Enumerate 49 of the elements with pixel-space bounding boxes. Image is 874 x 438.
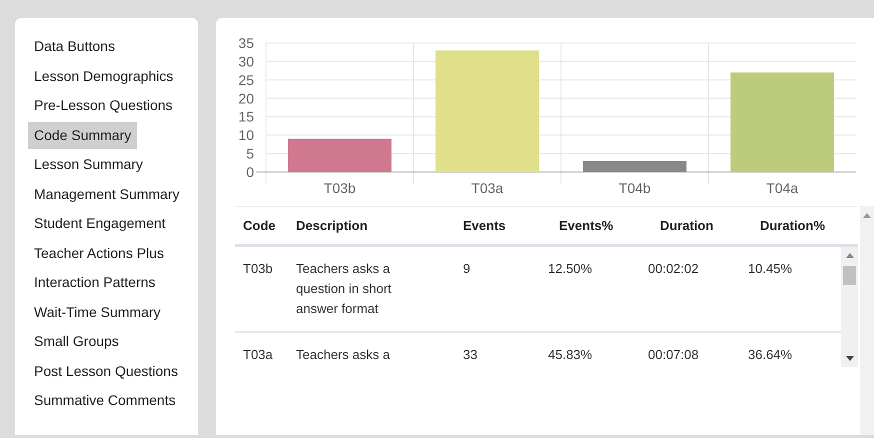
sidebar-item[interactable]: Interaction Patterns	[28, 269, 162, 296]
sidebar-item[interactable]: Data Buttons	[28, 33, 121, 60]
table-cell-text: 33	[462, 346, 478, 364]
axis-tick-label: 5	[246, 146, 254, 162]
table-cell-text: 10.45%	[747, 260, 794, 278]
sidebar-item[interactable]: Student Engagement	[28, 210, 172, 237]
sidebar-item[interactable]: Lesson Summary	[28, 151, 149, 178]
category-label: T03a	[471, 180, 504, 196]
scroll-thumb[interactable]	[843, 266, 856, 285]
sidebar-item[interactable]: Post Lesson Questions	[28, 358, 184, 384]
axis-tick-label: 25	[238, 72, 254, 88]
scroll-up-icon[interactable]	[863, 213, 871, 218]
sidebar-item[interactable]: Pre-Lesson Questions	[28, 92, 179, 119]
column-header: Events%	[558, 218, 614, 233]
axis-tick-label: 20	[238, 90, 254, 106]
category-label: T03b	[324, 180, 356, 196]
axis-tick-label: 30	[238, 53, 254, 70]
category-label: T04b	[618, 180, 651, 196]
table-cell-text: Teachers asks a question in short answer format	[296, 260, 392, 318]
column-header: Duration	[659, 218, 714, 233]
table-cell-text: T03b	[242, 260, 274, 278]
scroll-up-icon[interactable]	[846, 253, 854, 258]
column-header: Description	[295, 218, 369, 233]
axis-tick-label: 0	[246, 164, 254, 180]
sidebar-item[interactable]: Teacher Actions Plus	[28, 240, 170, 266]
sidebar-item[interactable]: Management Summary	[28, 180, 186, 208]
scroll-down-icon[interactable]	[846, 356, 854, 361]
axis-tick-label: 10	[238, 127, 254, 144]
axis-tick-label: 15	[238, 108, 254, 125]
column-header: Duration%	[759, 218, 826, 233]
category-label: T04a	[766, 180, 798, 196]
table-cell-text: T03a	[242, 346, 274, 364]
sidebar-item[interactable]: Summative Comments	[28, 387, 182, 414]
table-cell-text: 36.64%	[747, 346, 794, 364]
table-cell-text: 00:02:02	[647, 260, 700, 278]
column-header: Events	[462, 218, 507, 233]
table-cell-text: 45.83%	[547, 346, 594, 364]
axis-tick-label: 35	[238, 35, 254, 51]
sidebar-item[interactable]: Small Groups	[28, 328, 125, 355]
table-cell-text: 9	[462, 260, 472, 278]
table-cell-text: Teachers asks a	[296, 346, 391, 364]
scrollbar[interactable]	[860, 206, 874, 435]
table-cell-text: 12.50%	[547, 260, 594, 278]
sidebar-item[interactable]: Code Summary	[28, 122, 138, 148]
column-header: Code	[242, 218, 276, 233]
sidebar-item[interactable]: Lesson Demographics	[28, 62, 180, 90]
table-cell-text: 00:07:08	[647, 346, 700, 364]
sidebar-item[interactable]: Wait-Time Summary	[28, 298, 167, 326]
scrollbar[interactable]	[841, 247, 858, 367]
